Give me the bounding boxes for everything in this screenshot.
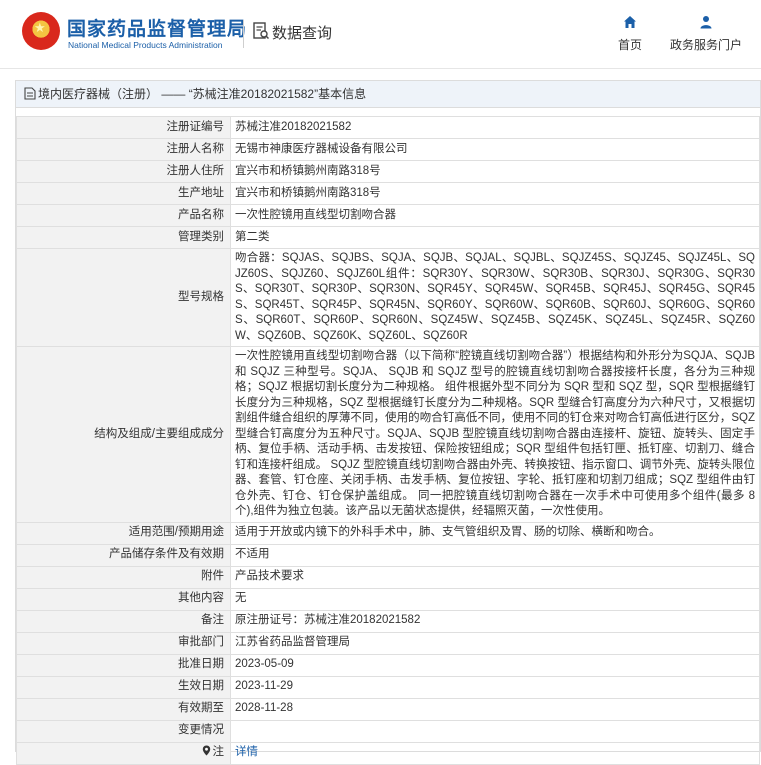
field-label: 有效期至 (16, 697, 231, 721)
table-row: 注册人住所 宜兴市和桥镇鹅州南路318号 (16, 160, 760, 183)
field-value: 江苏省药品监督管理局 (230, 631, 760, 655)
nav-gov-label[interactable]: 政务服务门户 (670, 38, 742, 52)
emblem-logo[interactable] (22, 12, 60, 50)
field-value: 宜兴市和桥镇鹅州南路318号 (230, 160, 760, 183)
field-label: 审批部门 (16, 631, 231, 655)
detail-table: 注册证编号 苏械注准20182021582 注册人名称 无锡市神康医疗器械设备有限公… (16, 116, 760, 765)
user-icon (700, 16, 712, 29)
field-value: 2023-05-09 (230, 653, 760, 677)
nav-home[interactable]: 首页 (612, 14, 648, 53)
field-value: 无 (230, 587, 760, 611)
table-row: 生效日期 2023-11-29 (16, 675, 760, 699)
note-label: 注 (212, 746, 225, 759)
table-row: 产品储存条件及有效期 不适用 (16, 543, 760, 567)
field-value: 第二类 (230, 226, 760, 249)
field-label: 注册人住所 (16, 160, 231, 183)
field-label: 附件 (16, 565, 231, 589)
table-row: 批准日期 2023-05-09 (16, 653, 760, 677)
field-value: 产品技术要求 (230, 565, 760, 589)
title-separator: —— (158, 87, 189, 101)
field-value: 原注册证号：苏械注准20182021582 (230, 609, 760, 633)
field-value: 不适用 (230, 543, 760, 567)
field-label: 批准日期 (16, 653, 231, 677)
table-row: 有效期至 2028-11-28 (16, 697, 760, 721)
nav-gov-portal[interactable]: 政务服务门户 (668, 14, 744, 53)
field-label: 型号规格 (16, 248, 231, 347)
table-row: 其他内容无 (16, 587, 760, 611)
table-row: 注册证编号 苏械注准20182021582 (16, 116, 760, 139)
table-row: 变更情况 (16, 719, 760, 743)
field-value: 无锡市神康医疗器械设备有限公司 (230, 138, 760, 161)
note-label-cell: 注 (16, 741, 231, 765)
field-value (230, 719, 760, 743)
brand-name-en: National Medical Products Administration (68, 40, 223, 50)
details-link[interactable]: 详情 (235, 746, 258, 758)
brand-name-cn[interactable]: 国家药品监督管理局 (67, 14, 247, 41)
field-label: 适用范围/预期用途 (16, 521, 231, 545)
table-row: 型号规格 吻合器：SQJAS、SQJBS、SQJA、SQJB、SQJAL、SQJB… (16, 248, 760, 347)
field-label: 其他内容 (16, 587, 231, 611)
data-query-icon (253, 22, 269, 40)
field-value: 2023-11-29 (230, 675, 760, 699)
field-label: 注册证编号 (16, 116, 231, 139)
site-header: 国家药品监督管理局 National Medical Products Admi… (0, 0, 761, 69)
field-value: 一次性腔镜用直线型切割吻合器 (230, 204, 760, 227)
home-icon (624, 16, 636, 28)
title-prefix: 境内医疗器械（注册） (38, 87, 159, 101)
table-row: 适用范围/预期用途 适用于开放或内镜下的外科手术中，肺、支气管组织及胃、肠的切除、… (16, 521, 760, 545)
field-label: 生产地址 (16, 182, 231, 205)
nav-home-label[interactable]: 首页 (618, 38, 642, 52)
field-label: 生效日期 (16, 675, 231, 699)
table-row: 管理类别 第二类 (16, 226, 760, 249)
field-value: 吻合器：SQJAS、SQJBS、SQJA、SQJB、SQJAL、SQJBL、SQ… (230, 248, 760, 347)
table-row: 生产地址 宜兴市和桥镇鹅州南路318号 (16, 182, 760, 205)
field-value: 苏械注准20182021582 (230, 116, 760, 139)
field-label: 变更情况 (16, 719, 231, 743)
table-row: 结构及组成/主要组成成分 一次性腔镜用直线型切割吻合器（以下简称“腔镜直线切割吻合… (16, 346, 760, 523)
field-value: 宜兴市和桥镇鹅州南路318号 (230, 182, 760, 205)
field-label: 结构及组成/主要组成成分 (16, 346, 231, 523)
field-value: 适用于开放或内镜下的外科手术中，肺、支气管组织及胃、肠的切除、横断和吻合。 (230, 521, 760, 545)
field-label: 注册人名称 (16, 138, 231, 161)
table-row: 备注 原注册证号：苏械注准20182021582 (16, 609, 760, 633)
note-value-cell: 详情 (230, 741, 760, 765)
field-label: 产品名称 (16, 204, 231, 227)
field-value: 2028-11-28 (230, 697, 760, 721)
table-row: 产品名称 一次性腔镜用直线型切割吻合器 (16, 204, 760, 227)
document-icon (24, 87, 36, 100)
detail-panel: 境内医疗器械（注册） —— “苏械注准20182021582”基本信息 注册证编… (15, 80, 761, 765)
field-value: 一次性腔镜用直线型切割吻合器（以下简称“腔镜直线切割吻合器”）根据结构和外形分为… (230, 346, 760, 523)
table-row: 审批部门 江苏省药品监督管理局 (16, 631, 760, 655)
table-row: 附件 产品技术要求 (16, 565, 760, 589)
note-row: 注 详情 (16, 741, 760, 765)
field-label: 管理类别 (16, 226, 231, 249)
table-row: 注册人名称 无锡市神康医疗器械设备有限公司 (16, 138, 760, 161)
field-label: 产品储存条件及有效期 (16, 543, 231, 567)
panel-title: 境内医疗器械（注册） —— “苏械注准20182021582”基本信息 (16, 81, 760, 108)
header-divider (243, 20, 244, 48)
data-query-label[interactable]: 数据查询 (272, 22, 332, 43)
title-main: “苏械注准20182021582”基本信息 (188, 87, 367, 101)
field-label: 备注 (16, 609, 231, 633)
